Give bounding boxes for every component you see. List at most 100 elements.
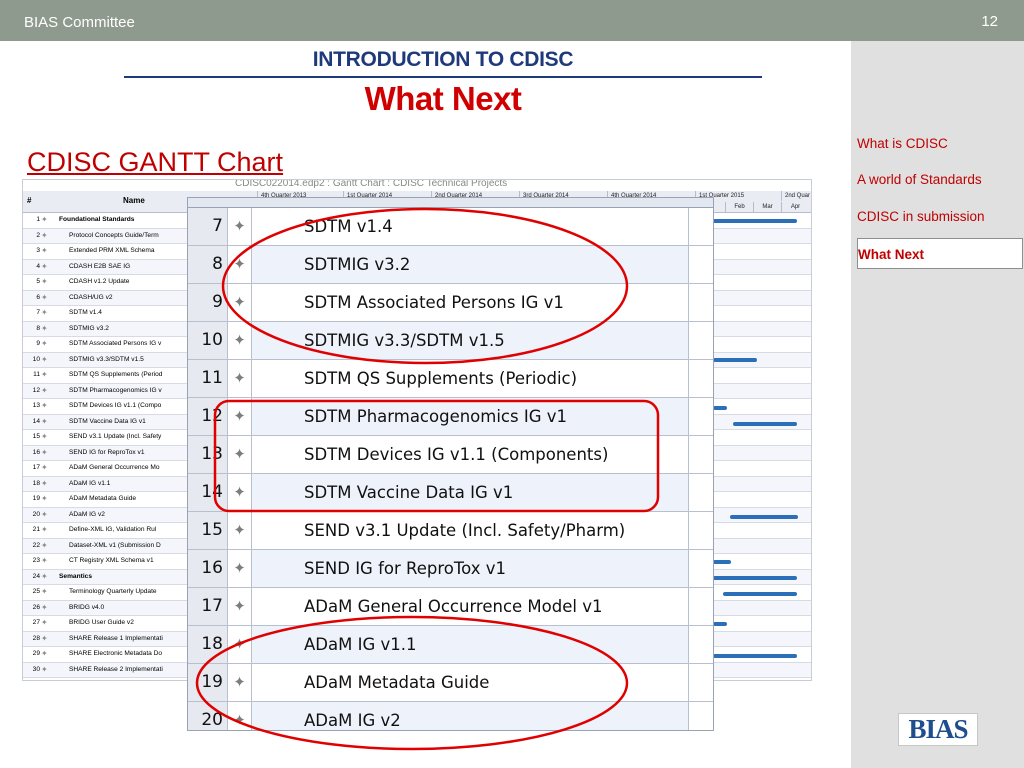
zoomed-row-gutter <box>688 246 713 283</box>
zoomed-task-name: SEND IG for ReproTox v1 <box>252 550 688 587</box>
task-type-icon: ✦ <box>228 512 252 549</box>
zoomed-row-gutter <box>688 322 713 359</box>
gantt-row-number: 5 <box>36 278 40 285</box>
zoomed-row-number: 20 <box>188 702 228 730</box>
gantt-row-name: BRIDG v4.0 <box>69 603 105 611</box>
zoomed-row-gutter <box>688 550 713 587</box>
gantt-row-number: 18 <box>32 479 40 487</box>
gantt-row-number: 16 <box>32 448 40 456</box>
sidebar-item-what-is-cdisc[interactable]: What is CDISC <box>857 128 1023 159</box>
zoomed-table-header <box>188 198 713 208</box>
zoomed-task-name: SDTM Vaccine Data IG v1 <box>252 474 688 511</box>
gantt-row-number: 4 <box>36 262 40 270</box>
task-type-icon: ✦ <box>41 478 48 488</box>
gantt-row-number: 15 <box>32 433 40 440</box>
zoomed-table-row: 9 ✦ SDTM Associated Persons IG v1 <box>188 284 713 322</box>
gantt-row-name: ADaM General Occurrence Mo <box>69 464 160 471</box>
zoomed-task-name: ADaM IG v2 <box>252 702 688 730</box>
org-name: BIAS Committee <box>24 14 135 31</box>
task-type-icon: ✦ <box>41 556 48 565</box>
gantt-bar <box>713 622 727 626</box>
zoomed-row-gutter <box>688 208 713 245</box>
gantt-row-number: 17 <box>32 464 40 471</box>
gantt-bar <box>713 654 797 658</box>
zoomed-row-number: 17 <box>188 588 228 625</box>
zoomed-row-number: 15 <box>188 512 228 549</box>
task-type-icon: ✦ <box>41 277 48 286</box>
task-type-icon: ✦ <box>228 208 252 245</box>
zoomed-task-name: SDTM Devices IG v1.1 (Components) <box>304 445 609 464</box>
zoomed-table-row: 19 ✦ ADaM Metadata Guide <box>188 664 713 702</box>
task-type-icon: ✦ <box>41 354 48 364</box>
zoomed-row-number: 11 <box>188 360 228 397</box>
task-type-icon: ✦ <box>41 602 48 612</box>
sidebar-item-world-of-standards[interactable]: A world of Standards <box>857 164 1023 195</box>
gantt-row-name: Dataset-XML v1 (Submission D <box>69 541 161 549</box>
zoomed-task-name: SEND v3.1 Update (Incl. Safety/Pharm) <box>304 521 626 540</box>
task-type-icon: ✦ <box>41 447 48 457</box>
gantt-month: Feb <box>725 202 753 212</box>
gantt-bar <box>723 592 797 596</box>
gantt-row-number: 23 <box>32 557 40 564</box>
zoomed-row-number: 16 <box>188 550 228 587</box>
gantt-row-name: Define-XML IG, Validation Rul <box>69 526 157 533</box>
gantt-bar <box>713 219 797 223</box>
task-type-icon: ✦ <box>228 360 252 397</box>
sidebar-item-label: What Next <box>858 247 925 262</box>
task-type-icon: ✦ <box>41 308 48 317</box>
gantt-bar <box>713 576 797 580</box>
task-type-icon: ✦ <box>228 246 252 283</box>
zoomed-row-number: 7 <box>188 208 228 245</box>
gantt-month: Mar <box>753 202 781 212</box>
zoomed-table-row: 12 ✦ SDTM Pharmacogenomics IG v1 <box>188 398 713 436</box>
task-type-icon: ✦ <box>228 550 252 587</box>
zoomed-row-gutter <box>688 512 713 549</box>
gantt-row-name: CDASH E2B SAE IG <box>69 262 131 270</box>
sidebar-item-label: CDISC in submission <box>857 209 985 224</box>
sidebar-item-what-next[interactable]: What Next <box>857 238 1023 269</box>
task-type-icon: ✦ <box>41 664 48 674</box>
task-type-icon: ✦ <box>41 416 48 426</box>
gantt-row-name: ADaM IG v1.1 <box>69 479 111 487</box>
gantt-row-name: ADaM Metadata Guide <box>69 495 137 502</box>
task-type-icon: ✦ <box>41 385 48 395</box>
zoomed-row-gutter <box>688 360 713 397</box>
gantt-quarter: 2nd Quar <box>781 191 810 201</box>
zoomed-table-row: 7 ✦ SDTM v1.4 <box>188 208 713 246</box>
task-type-icon: ✦ <box>41 401 48 410</box>
gantt-row-number: 26 <box>32 603 40 611</box>
gantt-row-number: 21 <box>32 526 40 533</box>
zoomed-task-name: ADaM IG v1.1 <box>252 626 688 663</box>
zoomed-row-gutter <box>688 474 713 511</box>
gantt-row-number: 2 <box>36 231 40 239</box>
zoomed-table-row: 10 ✦ SDTMIG v3.3/SDTM v1.5 <box>188 322 713 360</box>
title-divider <box>124 76 762 78</box>
zoomed-task-name: ADaM Metadata Guide <box>304 673 490 692</box>
task-type-icon: ✦ <box>41 339 48 348</box>
gantt-row-number: 12 <box>32 386 40 394</box>
zoomed-row-gutter <box>688 702 713 730</box>
task-type-icon: ✦ <box>228 284 252 321</box>
gantt-row-number: 6 <box>36 293 40 301</box>
zoomed-row-gutter <box>688 664 713 701</box>
task-type-icon: ✦ <box>41 618 48 627</box>
gantt-row-number: 27 <box>32 619 40 626</box>
zoomed-table-row: 17 ✦ ADaM General Occurrence Model v1 <box>188 588 713 626</box>
gantt-row-number: 28 <box>32 634 40 642</box>
zoomed-row-number: 10 <box>188 322 228 359</box>
gantt-row-name: SDTM v1.4 <box>69 309 102 316</box>
zoomed-task-name: SDTMIG v3.2 <box>252 246 688 283</box>
gantt-row-name: CDASH/UG v2 <box>69 293 113 301</box>
chart-title: CDISC GANTT Chart <box>27 147 284 177</box>
sidebar-item-cdisc-in-submission[interactable]: CDISC in submission <box>857 201 1023 232</box>
gantt-row-number: 30 <box>32 665 40 673</box>
task-type-icon: ✦ <box>228 588 252 625</box>
task-type-icon: ✦ <box>228 436 252 473</box>
zoomed-table-row: 13 ✦ SDTM Devices IG v1.1 (Components) <box>188 436 713 474</box>
gantt-bar <box>733 422 797 426</box>
gantt-row-name: ADaM IG v2 <box>69 510 105 518</box>
gantt-row-name: SDTM QS Supplements (Period <box>69 371 163 378</box>
gantt-row-number: 9 <box>36 340 40 347</box>
gantt-row-number: 29 <box>32 650 40 657</box>
gantt-row-number: 22 <box>32 541 40 549</box>
